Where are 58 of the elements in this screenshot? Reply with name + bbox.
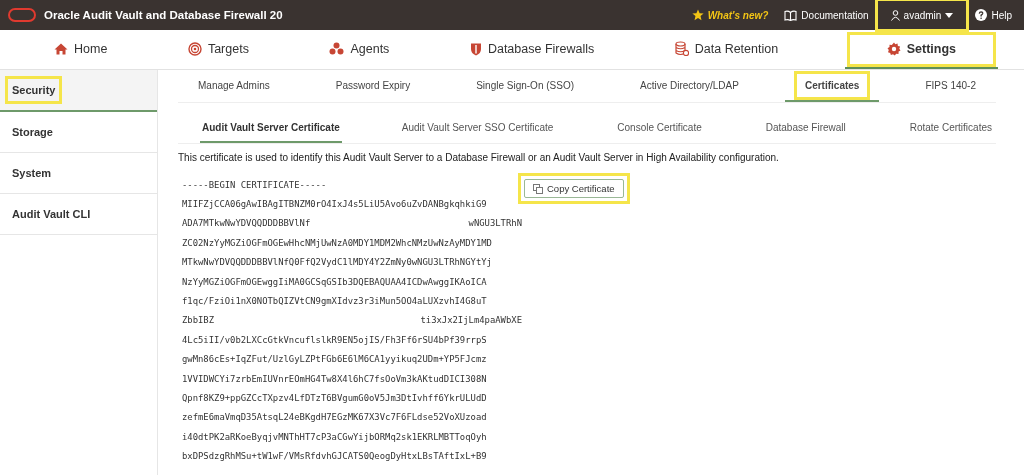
sidebar-item[interactable]: System (0, 153, 157, 194)
help-icon (975, 9, 988, 21)
tab[interactable]: Active Directory/LDAP (632, 73, 747, 97)
certificate-text: ADA7MTkwNwYDVQQDDDBBVlNf (182, 218, 311, 229)
certificate-text: 1VVIDWCYi7zrbEmIUVnrEOmHG4Tw8X4l6hC7fsOoVm3kAKtudDICI308N (182, 373, 487, 384)
sidebar-item[interactable]: Audit Vault CLI (0, 194, 157, 235)
certificate-text: bxDPSdzgRhMSu+tW1wF/VMsRfdvhGJCATS0QeogDyHtxLBsTAftIxL+B9 (182, 451, 487, 462)
copy-certificate-button[interactable]: Copy Certificate (518, 173, 630, 204)
oracle-logo-icon (8, 8, 36, 22)
certificate-text: i40dtPK2aRKoeByqjvMNThHT7cP3aCGwYijbORMq2sk1EKRLMBTToqOyh (182, 431, 487, 442)
book-icon (784, 9, 798, 21)
header-link[interactable]: What's new? (687, 4, 773, 26)
database-icon (674, 41, 689, 56)
nav-tab[interactable]: Settings (844, 30, 998, 69)
certificate-text: Qpnf8KZ9+ppGZCcTXpzv4LfDTzT6BVgumG0oV5Jm3DtIvhff6YkrULUdD (182, 393, 487, 403)
certificate-text: MTkwNwYDVQQDDDBBVlNfQ0FfQ2VydC1lMDY4Y2ZmNy0wNGU3LTRhNGYtYj (182, 257, 492, 268)
app-title: Oracle Audit Vault and Database Firewall 20 (44, 9, 283, 21)
certificate-text: 4Lc5iII/v0b2LXCcGtkVncuflslkR9EN5ojIS/Fh3Ff6rSU4bPf39rrpS (182, 334, 487, 345)
nav-tab[interactable]: Home (40, 30, 122, 69)
nav-tab[interactable]: Agents (315, 30, 404, 69)
tab[interactable]: Certificates (796, 73, 868, 97)
tab[interactable]: Password Expiry (327, 73, 419, 97)
tab[interactable]: Console Certificate (613, 113, 706, 143)
nav-tab[interactable]: Database Firewalls (455, 30, 609, 69)
tab[interactable]: Single Sign-On (SSO) (468, 73, 582, 97)
tab[interactable]: Audit Vault Server SSO Certificate (397, 113, 558, 143)
certificate-text: ZC02NzYyMGZiOGFmOGEwHhcNMjUwNzA0MDY1MDM2WhcNMzUwNzAyMDY1MD (182, 237, 492, 248)
certificate-text: NzYyMGZiOGFmOGEwggIiMA0GCSqGSIb3DQEBAQUAA4ICDwAwggIKAoICA (182, 276, 487, 287)
header-link[interactable]: Help (971, 4, 1016, 26)
person-icon (890, 9, 900, 21)
certificate-text: gwMn86cEs+IqZFut/UzlGyLZPtFGb6E6lM6CA1yyikuq2UDm+YP5FJcmz (182, 354, 487, 365)
star-icon (691, 9, 704, 21)
nav-tab[interactable]: Data Retention (660, 30, 793, 69)
certificate-text: ZbbIBZ (182, 315, 215, 326)
sidebar-item[interactable]: Storage (0, 112, 157, 153)
sidebar-item[interactable]: Security (0, 70, 157, 112)
certificate-text: wNGU3LTRhN (468, 218, 522, 229)
certificate-text: MIIFZjCCA06gAwIBAgITBNZM0rO4IxJ4s5LiU5Avo6uZvDANBgkqhkiG9 (182, 199, 487, 210)
tab[interactable]: Audit Vault Server Certificate (200, 113, 342, 143)
header-link[interactable]: Documentation (780, 4, 873, 26)
target-icon (187, 41, 202, 56)
certificate-text: zefmE6maVmqD35AtsqL24eBKgdH7EGzMK67X3Vc7F6FLdse52VoXUzoad (182, 412, 487, 423)
gear-icon (886, 41, 901, 56)
certificate-text: ti3xJx2IjLm4paAWbXE (420, 315, 522, 326)
tab[interactable]: Database Firewall (761, 113, 850, 143)
home-icon (54, 42, 68, 55)
tab[interactable]: FIPS 140-2 (917, 73, 984, 97)
caret-icon (945, 12, 954, 18)
shield-icon (469, 41, 482, 56)
copy-icon (533, 183, 543, 194)
certificate-text: f1qc/FziOi1nX0NOTbQIZVtCN9gmXIdvz3r3iMun5OO4aLUXzvhI4G8uT (182, 296, 487, 307)
tab[interactable]: Manage Admins (190, 73, 278, 97)
user-menu[interactable]: avadmin (880, 4, 964, 26)
tab[interactable]: Rotate Certificates (905, 113, 996, 143)
agents-icon (329, 42, 345, 55)
description-text: This certificate is used to identify this Audit Vault Server to a Database Firewall or an Audit Vault Server in High Availability configuration. (178, 152, 780, 163)
certificate-text: -----BEGIN CERTIFICATE----- (182, 179, 327, 190)
nav-tab[interactable]: Targets (173, 30, 263, 69)
